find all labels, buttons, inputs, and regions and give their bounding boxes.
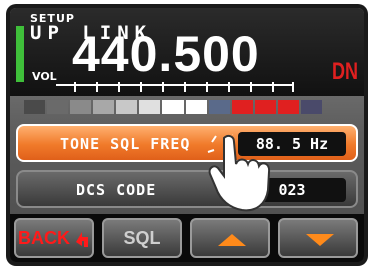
meter-segment xyxy=(185,100,207,114)
softkey-row: BACK SQL xyxy=(10,214,364,262)
signal-indicator-bar xyxy=(16,26,24,82)
meter-segment xyxy=(70,100,92,114)
tone-sql-freq-button[interactable]: TONE SQL FREQ 88. 5 Hz xyxy=(16,124,358,162)
vol-ticks xyxy=(74,82,294,92)
up-button[interactable] xyxy=(190,218,270,258)
tone-sql-freq-label: TONE SQL FREQ xyxy=(60,135,191,153)
arrow-down-icon xyxy=(306,234,334,246)
shift-indicator: DN xyxy=(332,58,359,85)
dcs-code-button[interactable]: DCS CODE 023 xyxy=(16,170,358,208)
dcs-code-label: DCS CODE xyxy=(76,181,157,199)
arrow-up-icon xyxy=(218,234,246,246)
signal-meter xyxy=(24,100,324,114)
meter-segment xyxy=(139,100,161,114)
meter-segment xyxy=(47,100,69,114)
pointing-hand-icon xyxy=(207,134,271,212)
sql-label: SQL xyxy=(123,228,161,248)
meter-segment xyxy=(277,100,299,114)
meter-segment xyxy=(208,100,230,114)
status-panel: SETUP UP LINK VOL 440.500 DN xyxy=(10,8,364,96)
down-button[interactable] xyxy=(278,218,358,258)
meter-segment xyxy=(24,100,46,114)
sql-button[interactable]: SQL xyxy=(102,218,182,258)
back-arrow-icon xyxy=(76,232,88,247)
back-button[interactable]: BACK xyxy=(14,218,94,258)
meter-segment xyxy=(162,100,184,114)
meter-segment xyxy=(254,100,276,114)
meter-segment xyxy=(116,100,138,114)
meter-segment xyxy=(231,100,253,114)
frequency-display: 440.500 xyxy=(72,26,260,82)
meter-segment xyxy=(300,100,323,114)
vol-label: VOL xyxy=(32,70,57,83)
display-screen: SETUP UP LINK VOL 440.500 DN TONE SQL FR… xyxy=(10,8,364,262)
meter-segment xyxy=(93,100,115,114)
